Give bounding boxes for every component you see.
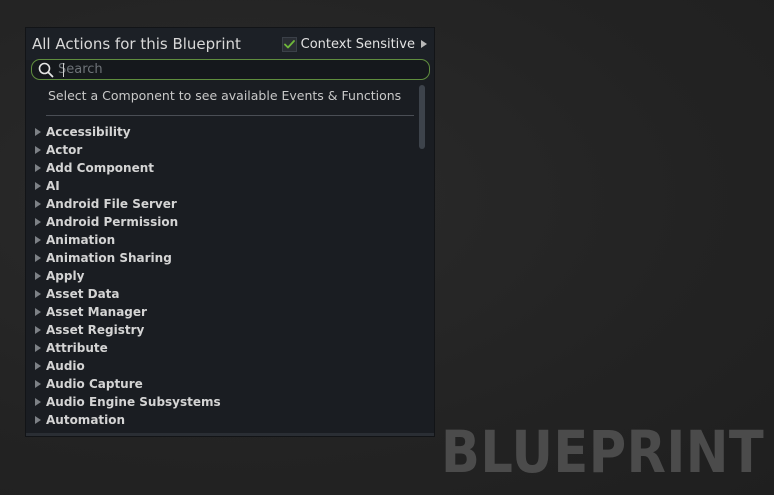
expand-arrow-icon[interactable] <box>35 326 41 334</box>
action-category-list: Accessibility Actor Add Component AI Android… <box>26 123 416 430</box>
expand-arrow-icon[interactable] <box>35 236 41 244</box>
expand-arrow-icon[interactable] <box>35 344 41 352</box>
category-item[interactable]: Actor <box>26 141 416 159</box>
category-item[interactable]: Animation <box>26 231 416 249</box>
category-item[interactable]: Accessibility <box>26 123 416 141</box>
expand-arrow-icon[interactable] <box>35 128 41 136</box>
category-item[interactable]: Asset Data <box>26 285 416 303</box>
search-input[interactable] <box>58 61 418 78</box>
category-label: Animation Sharing <box>46 251 172 265</box>
expand-arrow-icon[interactable] <box>35 380 41 388</box>
category-item[interactable]: Automation <box>26 411 416 429</box>
component-hint-text: Select a Component to see available Even… <box>48 88 402 103</box>
expand-arrow-icon[interactable] <box>35 182 41 190</box>
context-sensitive-checkbox[interactable] <box>281 36 297 52</box>
category-item[interactable]: AI <box>26 177 416 195</box>
category-item[interactable]: Add Component <box>26 159 416 177</box>
category-label: Actor <box>46 143 83 157</box>
expand-arrow-icon[interactable] <box>35 254 41 262</box>
expand-arrow-icon[interactable] <box>35 398 41 406</box>
category-label: Animation <box>46 233 116 247</box>
category-item[interactable]: Audio Engine Subsystems <box>26 393 416 411</box>
expand-arrow-icon[interactable] <box>35 200 41 208</box>
category-label: Automation <box>46 413 126 427</box>
action-menu-header: All Actions for this Blueprint Context S… <box>26 28 434 60</box>
checkmark-icon <box>283 39 295 48</box>
category-label: Asset Manager <box>46 305 147 319</box>
panel-bottom-edge <box>26 433 434 436</box>
expand-arrow-icon[interactable] <box>35 218 41 226</box>
expand-arrow-icon[interactable] <box>35 272 41 280</box>
category-label: Audio Engine Subsystems <box>46 395 221 409</box>
context-sensitive-label: Context Sensitive <box>300 36 415 52</box>
category-item[interactable]: Asset Registry <box>26 321 416 339</box>
expand-arrow-icon[interactable] <box>35 290 41 298</box>
category-label: Accessibility <box>46 125 131 139</box>
category-item[interactable]: Animation Sharing <box>26 249 416 267</box>
category-item[interactable]: Audio Capture <box>26 375 416 393</box>
action-menu-title: All Actions for this Blueprint <box>32 35 241 53</box>
category-item[interactable]: Attribute <box>26 339 416 357</box>
expand-arrow-icon[interactable] <box>35 308 41 316</box>
context-sensitive-toggle[interactable]: Context Sensitive <box>281 35 427 53</box>
chevron-right-icon[interactable] <box>421 40 427 48</box>
action-menu-panel: All Actions for this Blueprint Context S… <box>25 27 435 437</box>
category-item[interactable]: Audio <box>26 357 416 375</box>
category-label: Apply <box>46 269 85 283</box>
list-scrollbar[interactable] <box>419 85 425 149</box>
graph-watermark: BLUEPRINT <box>440 418 764 486</box>
category-label: Audio Capture <box>46 377 143 391</box>
search-box[interactable] <box>31 59 430 80</box>
expand-arrow-icon[interactable] <box>35 146 41 154</box>
category-item[interactable]: Apply <box>26 267 416 285</box>
text-caret <box>63 63 64 77</box>
expand-arrow-icon[interactable] <box>35 164 41 172</box>
category-label: Asset Data <box>46 287 120 301</box>
category-item[interactable]: Asset Manager <box>26 303 416 321</box>
category-label: Android Permission <box>46 215 179 229</box>
expand-arrow-icon[interactable] <box>35 362 41 370</box>
category-item[interactable]: Android Permission <box>26 213 416 231</box>
hint-separator <box>46 115 414 116</box>
expand-arrow-icon[interactable] <box>35 416 41 424</box>
search-icon <box>38 62 54 78</box>
category-label: Attribute <box>46 341 108 355</box>
blueprint-graph-canvas[interactable]: BLUEPRINT All Actions for this Blueprint… <box>0 0 774 495</box>
category-label: Asset Registry <box>46 323 145 337</box>
category-label: Add Component <box>46 161 154 175</box>
category-item[interactable]: Android File Server <box>26 195 416 213</box>
category-label: Android File Server <box>46 197 177 211</box>
category-label: AI <box>46 179 60 193</box>
category-label: Audio <box>46 359 85 373</box>
